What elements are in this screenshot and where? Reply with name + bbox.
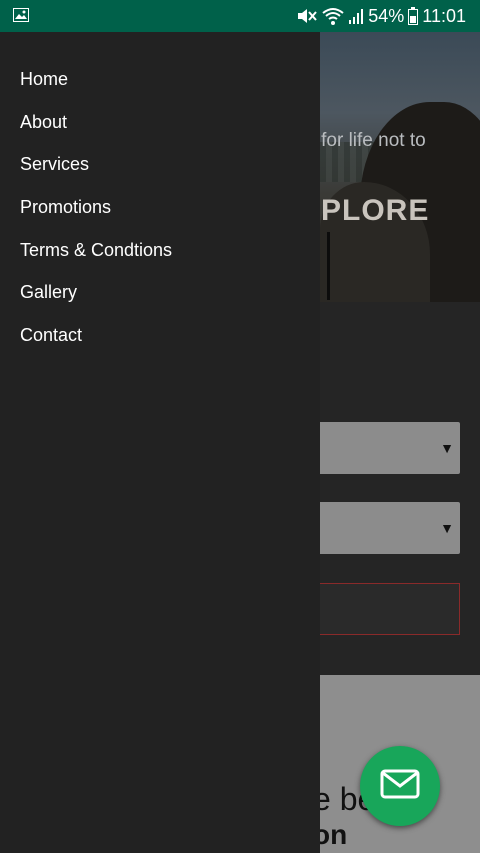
menu-item-contact[interactable]: Contact [0,314,320,357]
battery-icon [408,7,419,25]
menu-item-promotions[interactable]: Promotions [0,186,320,229]
dropdown-arrow-icon: ▼ [440,440,454,456]
menu-item-home[interactable]: Home [0,58,320,101]
wifi-icon [322,6,344,26]
navigation-drawer: Home About Services Promotions Terms & C… [0,32,320,853]
status-icons: 54% 11:01 [296,0,466,32]
select-field-2[interactable]: ▼ [300,502,460,554]
text-input[interactable] [300,583,460,635]
dropdown-arrow-icon: ▼ [440,520,454,536]
status-bar: 54% 11:01 [0,0,480,32]
menu-item-gallery[interactable]: Gallery [0,271,320,314]
battery-percent: 54% [368,5,405,26]
mail-icon [380,769,420,804]
mute-icon [296,6,318,26]
drawer-menu: Home About Services Promotions Terms & C… [0,58,320,357]
menu-item-services[interactable]: Services [0,143,320,186]
clock: 11:01 [422,5,466,26]
menu-item-about[interactable]: About [0,101,320,144]
image-icon [13,8,29,22]
mail-fab-button[interactable] [360,746,440,826]
signal-icon [348,7,364,25]
select-field-1[interactable]: ▼ [300,422,460,474]
menu-item-terms[interactable]: Terms & Condtions [0,229,320,272]
hero-post [327,232,330,300]
